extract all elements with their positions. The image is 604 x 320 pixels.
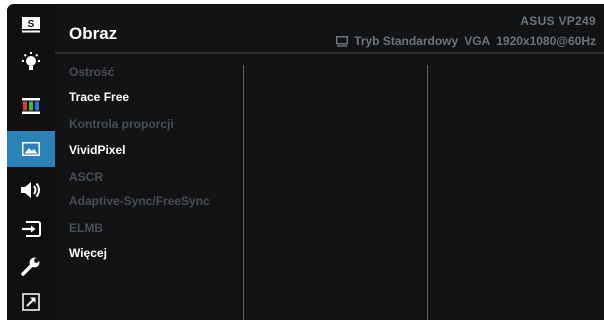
rail-item-shortcut[interactable] [7,284,55,320]
page-title: Obraz [69,24,118,43]
rail-item-image[interactable] [7,131,55,167]
resolution: 1920x1080@60Hz [496,34,596,48]
light-bulb-icon [22,52,40,70]
preset-mode: Tryb Standardowy [354,34,459,48]
rail-item-system-setup[interactable] [7,248,55,284]
svg-text:S: S [28,19,35,30]
menu-item-adaptive-sync[interactable]: Adaptive-Sync/FreeSync [69,194,210,208]
color-bars-icon [22,98,40,114]
wrench-icon [21,257,40,276]
menu-item-elmb[interactable]: ELMB [69,221,103,235]
monitor-model: ASUS VP249 [520,14,596,28]
rail-item-sound[interactable] [7,172,55,208]
header-divider [55,52,604,54]
menu-item-aspect-control[interactable]: Kontrola proporcji [69,117,174,131]
status-line: Tryb Standardowy VGA 1920x1080@60Hz [336,34,596,48]
column-divider-1 [243,65,244,320]
shortcut-arrow-icon [22,293,40,311]
splendid-icon: S [22,17,40,33]
image-icon [22,142,40,156]
rail-item-blue-light-filter[interactable] [7,44,55,80]
rail-item-color[interactable] [7,88,55,124]
rail-item-input-select[interactable] [7,211,55,247]
menu-item-trace-free[interactable]: Trace Free [69,90,129,104]
monitor-icon [336,35,349,47]
menu-item-sharpness[interactable]: Ostrość [69,65,114,79]
input-source: VGA [464,34,491,48]
menu-item-ascr[interactable]: ASCR [69,170,103,184]
column-divider-2 [427,65,428,320]
icon-rail: S [7,4,55,320]
menu-item-more[interactable]: Więcej [69,246,107,260]
input-select-icon [22,221,41,237]
speaker-icon [21,182,40,198]
rail-item-splendid[interactable]: S [7,7,55,43]
menu-item-vividpixel[interactable]: VividPixel [69,143,125,157]
osd-panel: S Obraz ASUS VP249 Tryb Standardowy VGA … [7,4,604,320]
